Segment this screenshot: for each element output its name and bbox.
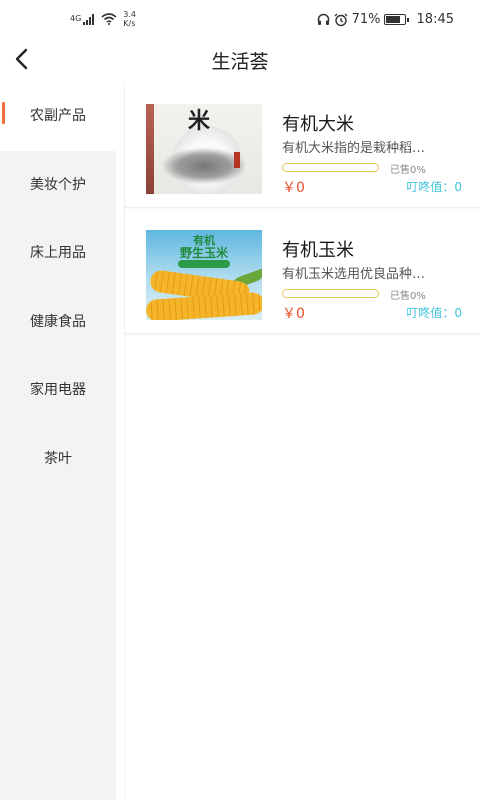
product-image-rice: 米	[146, 104, 262, 194]
speed-value: 3.4	[123, 10, 137, 19]
headset-icon	[317, 13, 329, 25]
battery-icon	[383, 14, 409, 25]
status-left: 4G 3.4 K/s	[70, 10, 145, 28]
status-right: 71% 18:45	[317, 12, 454, 27]
alarm-icon	[334, 13, 348, 26]
product-price: ￥0	[282, 180, 305, 196]
product-description: 有机玉米选用优良品种…	[282, 267, 426, 282]
product-list: 米 有机大米 有机大米指的是栽种稻… 已售0% ￥0 叮咚值：0 有机 野生玉米…	[124, 82, 480, 800]
sidebar-item-bedding[interactable]: 床上用品	[0, 219, 116, 288]
status-bar: 4G 3.4 K/s 71% 18:45	[0, 0, 480, 40]
page-title: 生活荟	[211, 51, 269, 73]
product-name: 有机大米	[282, 114, 354, 135]
product-card-corn[interactable]: 有机 野生玉米 有机玉米 有机玉米选用优良品种… 已售0% ￥0 叮咚值：0	[125, 208, 480, 334]
sales-progress-bar	[282, 163, 379, 172]
battery-percent: 71%	[351, 12, 381, 27]
speed-unit: K/s	[123, 19, 136, 28]
sold-percent: 已售0%	[390, 291, 426, 302]
sales-progress-bar	[282, 289, 379, 298]
product-card-rice[interactable]: 米 有机大米 有机大米指的是栽种稻… 已售0% ￥0 叮咚值：0	[125, 82, 480, 208]
product-image-corn: 有机 野生玉米	[146, 230, 262, 320]
product-price: ￥0	[282, 306, 305, 322]
sidebar-item-health-food[interactable]: 健康食品	[0, 288, 116, 357]
sidebar-item-tea[interactable]: 茶叶	[0, 425, 116, 494]
category-sidebar: 农副产品 美妆个护 床上用品 健康食品 家用电器 茶叶	[0, 82, 116, 800]
product-name: 有机玉米	[282, 240, 354, 261]
rice-image-calligraphy: 米	[188, 108, 211, 134]
sold-percent: 已售0%	[390, 165, 426, 176]
sidebar-item-home-appliances[interactable]: 家用电器	[0, 356, 116, 425]
dongdong-value: 叮咚值：0	[406, 180, 462, 194]
corn-image-subtitle: 野生玉米	[179, 246, 228, 260]
sidebar-item-beauty-care[interactable]: 美妆个护	[0, 151, 116, 220]
product-description: 有机大米指的是栽种稻…	[282, 141, 426, 156]
sidebar-item-farm-products[interactable]: 农副产品	[0, 82, 116, 151]
network-speed: 3.4 K/s	[123, 10, 145, 28]
app-header: 生活荟	[0, 38, 480, 82]
signal-icon	[83, 13, 95, 25]
wifi-icon	[101, 13, 117, 25]
dongdong-value: 叮咚值：0	[406, 306, 462, 320]
clock-time: 18:45	[416, 12, 454, 27]
network-type: 4G	[70, 14, 82, 23]
